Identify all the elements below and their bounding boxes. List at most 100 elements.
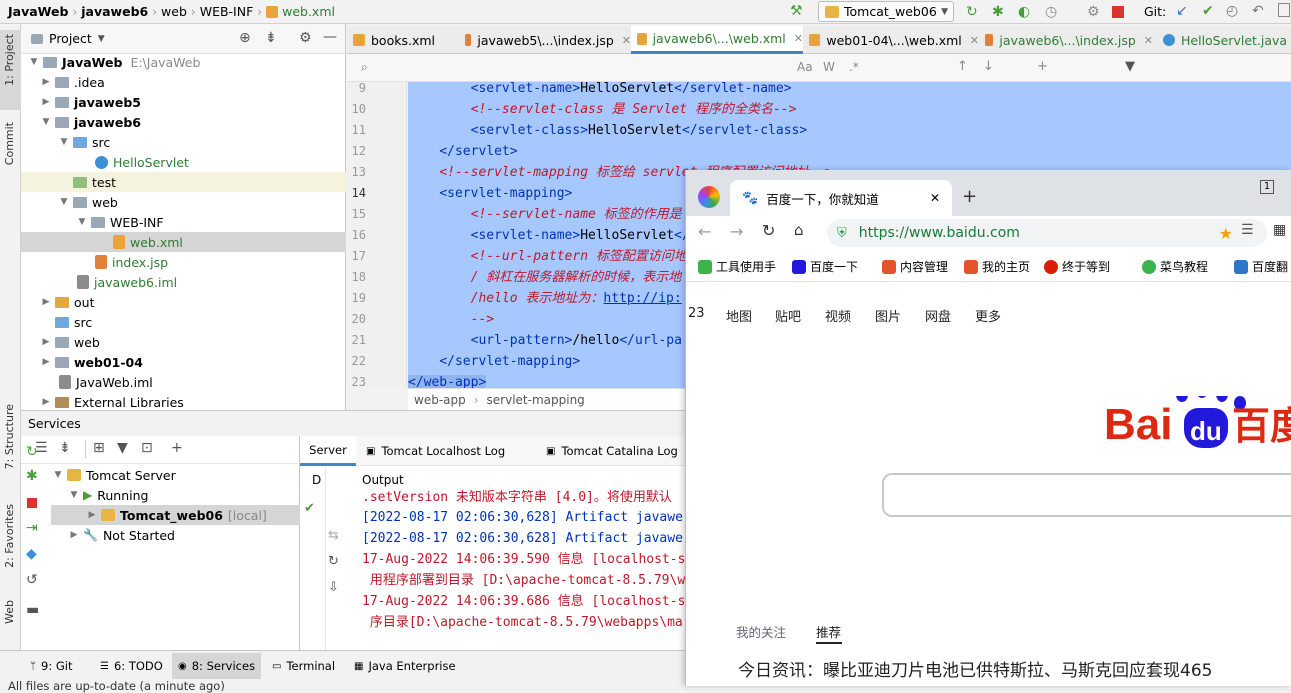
breadcrumb-file[interactable]: web.xml xyxy=(282,4,335,19)
nav-link-more[interactable]: 更多 xyxy=(975,306,1001,325)
refresh-icon[interactable]: ↻ xyxy=(328,554,339,569)
window-icon[interactable] xyxy=(1278,3,1290,17)
tree-item-javaweb6-iml[interactable]: javaweb6.iml xyxy=(21,272,346,292)
artifact-icon[interactable]: ◆ xyxy=(26,546,37,562)
vcs-history-icon[interactable]: ◴ xyxy=(1226,3,1238,19)
rerun-icon[interactable]: ↻ xyxy=(966,4,978,20)
redeploy-icon[interactable]: ⇆ xyxy=(328,528,339,543)
arrow-up-icon[interactable]: ↑ xyxy=(957,59,968,74)
deploy-icon[interactable]: ⇥ xyxy=(26,520,38,536)
tree-item-web[interactable]: ▼ web xyxy=(21,192,346,212)
breadcrumb-web-app[interactable]: web-app xyxy=(414,393,466,407)
group-icon[interactable]: ⊞ xyxy=(93,440,105,456)
add-selection-icon[interactable]: + xyxy=(1037,59,1048,74)
profile-icon[interactable]: ◷ xyxy=(1045,4,1057,20)
nav-link-tieba[interactable]: 贴吧 xyxy=(775,306,801,325)
web-tool-button[interactable]: Web xyxy=(3,600,16,624)
star-icon[interactable]: ★ xyxy=(1219,224,1233,243)
menu-icon[interactable]: ☰ xyxy=(1241,222,1254,238)
commit-tool-button[interactable]: Commit xyxy=(3,122,16,165)
tab-recommend[interactable]: 推荐 xyxy=(816,622,841,641)
tree-item-web-root[interactable]: ▶ web xyxy=(21,332,346,352)
project-tool-button[interactable]: 1: Project xyxy=(3,34,16,86)
tree-item-idea[interactable]: ▶ .idea xyxy=(21,72,346,92)
tree-item-out[interactable]: ▶ out xyxy=(21,292,346,312)
tab-todo[interactable]: ☰ 6: TODO xyxy=(94,653,169,679)
tree-item-index-jsp[interactable]: index.jsp xyxy=(21,252,346,272)
console-output[interactable]: .setVersion 未知版本字符串 [4.0]。将使用默认 [2022-08… xyxy=(326,490,685,650)
vcs-commit-icon[interactable]: ✔ xyxy=(1202,3,1214,19)
tree-item-src-root[interactable]: src xyxy=(21,312,346,332)
project-panel-title[interactable]: Project xyxy=(49,31,92,46)
tree-item-src[interactable]: ▼ src xyxy=(21,132,346,152)
tab-localhost-log[interactable]: ▣ Tomcat Localhost Log xyxy=(366,436,536,466)
tree-item-web01-04[interactable]: ▶ web01-04 xyxy=(21,352,346,372)
tab-books-xml[interactable]: books.xml xyxy=(347,26,459,54)
browser-logo-icon[interactable] xyxy=(698,186,720,208)
reload-icon[interactable]: ↻ xyxy=(762,221,775,240)
add-icon[interactable]: + xyxy=(171,440,183,456)
tab-git[interactable]: ᛘ 9: Git xyxy=(24,653,78,679)
debug-icon[interactable]: ✱ xyxy=(992,4,1004,20)
close-icon[interactable]: ✕ xyxy=(794,32,803,45)
stop-icon[interactable] xyxy=(27,498,37,508)
layout-icon[interactable]: ▬ xyxy=(26,602,39,618)
bookmark-finally[interactable]: 终于等到 xyxy=(1044,258,1110,275)
hide-panel-icon[interactable]: — xyxy=(323,29,337,45)
build-hammer-icon[interactable]: ⚒ xyxy=(790,4,804,18)
tree-item-javaweb5[interactable]: ▶ javaweb5 xyxy=(21,92,346,112)
chevron-down-icon[interactable]: ▼ xyxy=(98,34,105,44)
match-case-icon[interactable]: Aa xyxy=(797,60,813,74)
rollback-icon[interactable]: ↶ xyxy=(1252,3,1264,19)
browser-tab-baidu[interactable]: 🐾 百度一下，你就知道 ✕ xyxy=(730,180,952,216)
tab-catalina-log[interactable]: ▣ Tomcat Catalina Log xyxy=(546,436,686,466)
forward-icon[interactable]: → xyxy=(730,222,743,241)
nav-link-video[interactable]: 视频 xyxy=(825,306,851,325)
tree-item-root[interactable]: ▼ JavaWeb E:\JavaWeb xyxy=(21,52,346,72)
tab-services-active[interactable]: ◉ 8: Services xyxy=(172,653,262,679)
tree-item-javaweb6[interactable]: ▼ javaweb6 xyxy=(21,112,346,132)
tab-helloservlet-java[interactable]: HelloServlet.java xyxy=(1157,26,1291,54)
settings-gear-icon[interactable]: ⚙ xyxy=(299,30,312,46)
debug-icon[interactable]: ✱ xyxy=(26,468,38,484)
nav-link-weather[interactable]: 23 xyxy=(688,306,705,321)
filter-icon[interactable]: ▼ xyxy=(117,440,128,456)
nav-link-pan[interactable]: 网盘 xyxy=(925,306,951,325)
close-icon[interactable]: ✕ xyxy=(622,34,631,47)
close-icon[interactable]: ✕ xyxy=(930,191,940,205)
tree-item-javaweb-iml[interactable]: JavaWeb.iml xyxy=(21,372,346,392)
build-icon[interactable]: ⚙ xyxy=(1087,4,1100,20)
breadcrumb-folder[interactable]: web xyxy=(161,4,187,19)
home-icon[interactable]: ⌂ xyxy=(794,221,804,239)
tree-item-web-xml-selected[interactable]: web.xml xyxy=(21,232,346,252)
running-node[interactable]: ▼ ▶ Running xyxy=(21,485,300,505)
tree-item-helloservlet[interactable]: HelloServlet xyxy=(21,152,346,172)
close-icon[interactable]: ✕ xyxy=(1144,34,1153,47)
breadcrumb-subfolder[interactable]: WEB-INF xyxy=(200,4,254,19)
new-tab-icon[interactable]: + xyxy=(962,186,977,207)
tab-javaweb6-web-xml-active[interactable]: javaweb6\...\web.xml ✕ xyxy=(631,26,803,54)
stop-icon[interactable] xyxy=(1112,6,1124,18)
tree-item-external-libraries[interactable]: ▶ External Libraries xyxy=(21,392,346,412)
window-counter[interactable]: 1 xyxy=(1260,180,1274,194)
search-icon[interactable]: ⌕ xyxy=(361,60,368,75)
bookmark-baidu[interactable]: 百度一下 xyxy=(792,258,858,275)
tab-server[interactable]: Server xyxy=(300,436,356,466)
download-icon[interactable]: ⇩ xyxy=(328,580,339,595)
collapse-all-icon[interactable]: ⇟ xyxy=(265,30,277,46)
bookmark-runoob[interactable]: 菜鸟教程 xyxy=(1142,258,1208,275)
refresh-icon[interactable]: ↺ xyxy=(26,572,38,588)
run-config-select[interactable]: Tomcat_web06 ▼ xyxy=(818,1,954,22)
tree-item-test[interactable]: test xyxy=(21,172,346,192)
bookmark-baidu-translate[interactable]: 百度翻 xyxy=(1234,258,1288,275)
whole-word-icon[interactable]: W xyxy=(823,60,835,74)
favorites-tool-button[interactable]: 2: Favorites xyxy=(3,504,16,568)
tab-terminal[interactable]: ▭ Terminal xyxy=(266,653,341,679)
breadcrumb-module[interactable]: javaweb6 xyxy=(81,4,148,19)
not-started-node[interactable]: ▶ 🔧 Not Started xyxy=(21,525,300,545)
bookmark-my-home[interactable]: 我的主页 xyxy=(964,258,1030,275)
tab-java-enterprise[interactable]: ▦ Java Enterprise xyxy=(348,653,462,679)
tree-item-web-inf[interactable]: ▼ WEB-INF xyxy=(21,212,346,232)
apps-grid-icon[interactable]: ▦ xyxy=(1273,222,1286,238)
bookmark-tools[interactable]: 工具使用手 xyxy=(698,258,776,275)
